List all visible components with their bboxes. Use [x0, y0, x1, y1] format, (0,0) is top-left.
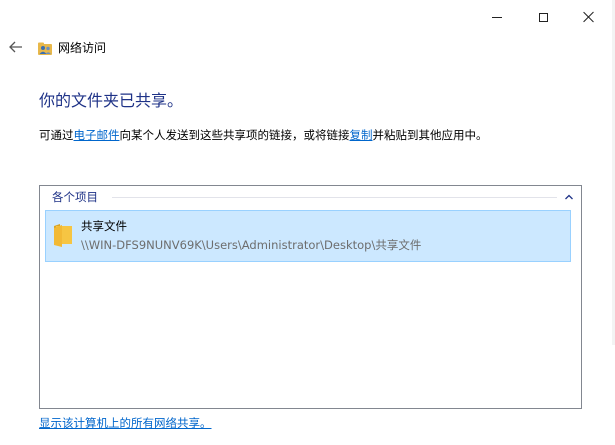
- minimize-icon: [492, 16, 502, 18]
- maximize-icon: [538, 12, 548, 22]
- item-path: \\WIN-DFS9NUNV69K\Users\Administrator\De…: [81, 238, 422, 252]
- group-label: 各个项目: [52, 190, 98, 204]
- description-prefix: 可通过: [39, 128, 74, 142]
- page-heading: 你的文件夹已共享。: [39, 91, 184, 110]
- description-suffix: 并粘贴到其他应用中。: [372, 128, 488, 142]
- close-button[interactable]: [566, 0, 612, 34]
- window-title: 网络访问: [58, 41, 107, 55]
- network-access-window: 网络访问 你的文件夹已共享。 可通过电子邮件向某个人发送到这些共享项的链接，或将…: [0, 0, 615, 445]
- description-middle: 向某个人发送到这些共享项的链接，或将链接: [119, 128, 350, 142]
- group-header[interactable]: 各个项目: [40, 186, 581, 208]
- copy-link[interactable]: 复制: [350, 128, 373, 142]
- back-button[interactable]: [5, 36, 27, 58]
- description-text: 可通过电子邮件向某个人发送到这些共享项的链接，或将链接复制并粘贴到其他应用中。: [39, 127, 488, 143]
- email-link[interactable]: 电子邮件: [74, 128, 120, 142]
- close-icon: [583, 11, 595, 23]
- shared-items-list[interactable]: 各个项目 共享文件 \\WIN-DFS9NUNV69K\Users\Admini…: [39, 185, 582, 409]
- maximize-button[interactable]: [520, 0, 566, 34]
- back-arrow-icon: [9, 41, 22, 53]
- network-users-icon: [38, 42, 52, 55]
- item-name: 共享文件: [81, 219, 127, 233]
- minimize-button[interactable]: [474, 0, 520, 34]
- chevron-up-icon[interactable]: [563, 191, 575, 203]
- show-all-shares-link[interactable]: 显示该计算机上的所有网络共享。: [39, 416, 212, 431]
- folder-icon: [54, 224, 72, 247]
- group-divider: [112, 197, 557, 198]
- list-item[interactable]: 共享文件 \\WIN-DFS9NUNV69K\Users\Administrat…: [45, 210, 571, 262]
